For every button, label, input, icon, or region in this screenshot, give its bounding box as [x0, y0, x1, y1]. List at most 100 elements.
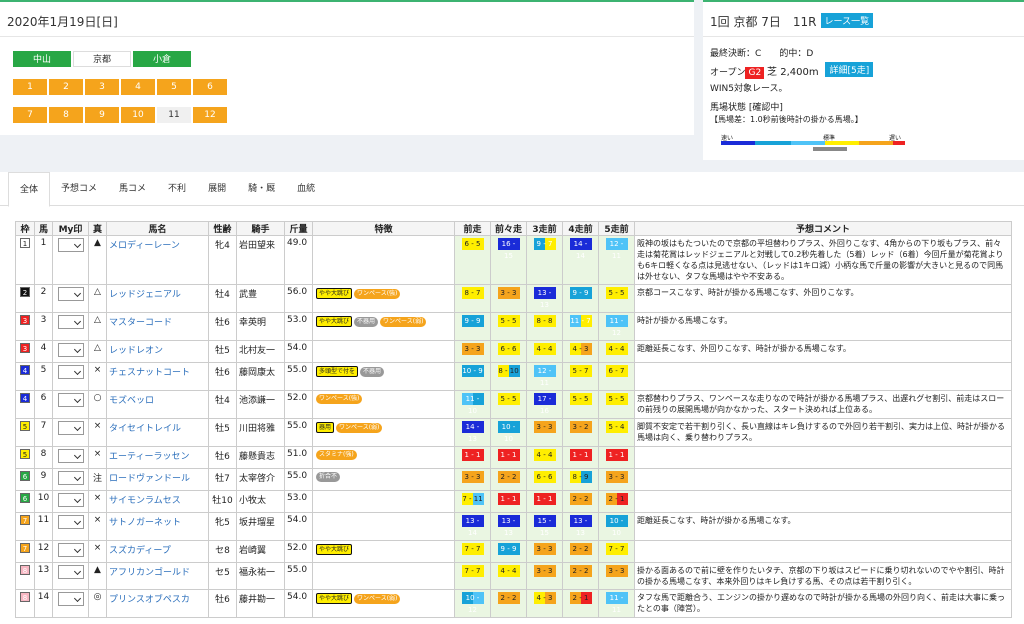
race-button-9[interactable]: 9	[85, 107, 119, 123]
tab-1[interactable]: 予想コメ	[50, 172, 108, 205]
my-mark-select[interactable]	[57, 565, 84, 579]
weight: 53.0	[284, 490, 313, 513]
horse-name[interactable]: サイモンラムセス	[106, 490, 209, 513]
horse-name[interactable]: サトノガーネット	[106, 512, 209, 541]
my-mark-select[interactable]	[57, 393, 84, 407]
horse-name[interactable]: レッドレオン	[106, 340, 209, 363]
true-mark: ×	[88, 418, 107, 447]
position-badge: 13 - 13	[497, 515, 520, 537]
tab-3[interactable]: 不利	[157, 172, 197, 205]
past-race-1: 10 - 12	[454, 589, 491, 618]
tab-4[interactable]: 展開	[197, 172, 237, 205]
my-mark-select[interactable]	[57, 287, 84, 301]
race-button-1[interactable]: 1	[13, 79, 47, 95]
table-row: 6 10 × サイモンラムセス 牡10 小牧太 53.0 7 - 11 1 - 1 1 - 1 2 …	[15, 490, 1012, 513]
waku-badge: 5	[20, 449, 30, 459]
sex-age: 牡5	[208, 340, 237, 363]
my-mark-select[interactable]	[57, 543, 84, 557]
horse-name[interactable]: プリンスオブペスカ	[106, 589, 209, 618]
past-race-1: 3 - 3	[454, 340, 491, 363]
waku-cell: 7	[15, 512, 35, 541]
venue-tab-0[interactable]: 中山	[13, 51, 71, 67]
race-list-button[interactable]: レース一覧	[820, 13, 874, 28]
venue-tab-1[interactable]: 京都	[73, 51, 131, 67]
horse-name[interactable]: アフリカンゴールド	[106, 562, 209, 590]
my-mark-select[interactable]	[57, 315, 84, 329]
table-row: 8 14 ◎ プリンスオブペスカ 牡6 藤井勘一 54.0 やや大跳び ワンペース(弱) 10 -…	[15, 589, 1012, 618]
track-note: 【馬場差：1.0秒前後時計の掛かる馬場。】	[710, 115, 863, 124]
past-race-3: 15 - 15	[526, 512, 563, 541]
position-badge: 17 - 16	[533, 393, 556, 415]
detail-button[interactable]: 詳細[5走]	[825, 62, 874, 77]
past-race-2: 5 - 5	[490, 312, 527, 341]
horse-name[interactable]: ロードヴァンドール	[106, 468, 209, 491]
feature-tag: スタミナ(強)	[316, 450, 357, 460]
position-badge: 9 - 9	[497, 543, 520, 555]
feature-tags	[312, 512, 455, 541]
past-race-4: 2 - 2	[562, 540, 599, 563]
feature-tag: ワンペース(強)	[316, 394, 363, 404]
my-mark-select[interactable]	[57, 421, 84, 435]
race-button-12[interactable]: 12	[193, 107, 227, 123]
past-race-1: 9 - 9	[454, 312, 491, 341]
feature-tags: 多頭型で付を 不器用	[312, 362, 455, 391]
horse-name[interactable]: レッドジェニアル	[106, 284, 209, 313]
horse-number: 3	[34, 312, 53, 341]
race-button-8[interactable]: 8	[49, 107, 83, 123]
horse-name[interactable]: メロディーレーン	[106, 235, 209, 285]
my-mark-select[interactable]	[57, 365, 84, 379]
tab-2[interactable]: 馬コメ	[108, 172, 157, 205]
my-mark-select[interactable]	[57, 343, 84, 357]
past-race-1: 8 - 7	[454, 284, 491, 313]
race-button-4[interactable]: 4	[121, 79, 155, 95]
position-badge: 3 - 2	[569, 421, 592, 433]
race-button-7[interactable]: 7	[13, 107, 47, 123]
my-mark-select[interactable]	[57, 238, 84, 252]
position-badge: 13 - 13	[533, 287, 556, 309]
race-button-11[interactable]: 11	[157, 107, 191, 123]
horse-name[interactable]: チェスナットコート	[106, 362, 209, 391]
tab-0[interactable]: 全体	[8, 172, 51, 207]
table-row: 7 11 × サトノガーネット 牝5 坂井瑠星 54.0 13 - 14 13 - 13 15 -…	[15, 512, 1012, 541]
race-button-5[interactable]: 5	[157, 79, 191, 95]
waku-badge: 8	[20, 592, 30, 602]
position-badge: 1 - 1	[533, 493, 556, 505]
horse-name[interactable]: スズカディープ	[106, 540, 209, 563]
past-race-2: 5 - 5	[490, 390, 527, 419]
horse-name[interactable]: モズベッロ	[106, 390, 209, 419]
horse-number: 4	[34, 340, 53, 363]
my-mark-select[interactable]	[57, 515, 84, 529]
position-badge: 6 - 6	[533, 471, 556, 483]
horse-name[interactable]: タイセイトレイル	[106, 418, 209, 447]
horse-name[interactable]: エーティーラッセン	[106, 446, 209, 469]
position-badge: 1 - 1	[497, 449, 520, 461]
weight: 55.0	[284, 562, 313, 590]
my-mark-select[interactable]	[57, 471, 84, 485]
horse-name[interactable]: マスターコード	[106, 312, 209, 341]
past-race-3: 3 - 3	[526, 562, 563, 590]
position-badge: 8 - 10	[497, 365, 520, 377]
venue-tab-2[interactable]: 小倉	[133, 51, 191, 67]
feature-tag: ワンペース(強)	[354, 289, 401, 299]
race-button-3[interactable]: 3	[85, 79, 119, 95]
jockey: 藤懸貴志	[236, 446, 285, 469]
race-button-6[interactable]: 6	[193, 79, 227, 95]
past-race-2: 1 - 1	[490, 446, 527, 469]
my-mark-select[interactable]	[57, 449, 84, 463]
race-button-2[interactable]: 2	[49, 79, 83, 95]
my-mark-select[interactable]	[57, 592, 84, 606]
prediction-comment	[634, 490, 1012, 513]
my-mark-select[interactable]	[57, 493, 84, 507]
feature-tag: 器用	[316, 422, 335, 433]
tab-5[interactable]: 騎・厩	[237, 172, 286, 205]
my-mark-cell	[52, 540, 89, 563]
tab-6[interactable]: 血統	[286, 172, 326, 205]
position-badge: 11 - 11	[605, 592, 628, 614]
header-0: 枠	[15, 221, 35, 236]
position-badge: 14 - 13	[461, 421, 484, 443]
race-info-panel: 1回 京都 7日 11R レース一覧 最終決断：C 的中：D オープン G2 芝 2…	[703, 0, 1024, 160]
race-button-10[interactable]: 10	[121, 107, 155, 123]
sex-age: 牡6	[208, 312, 237, 341]
horse-number: 8	[34, 446, 53, 469]
my-mark-cell	[52, 340, 89, 363]
